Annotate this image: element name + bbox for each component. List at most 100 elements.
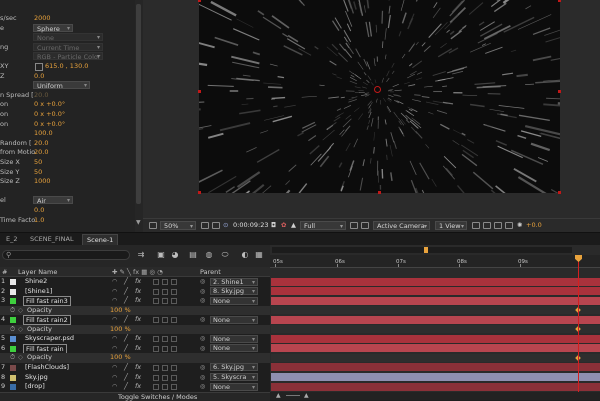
shy-icon[interactable]: ◠ xyxy=(112,315,117,325)
adjustment-switch[interactable] xyxy=(162,279,168,285)
quality-icon[interactable]: ╱ xyxy=(124,277,128,287)
layer-row[interactable]: 1Shine2◠╱fx◎2. Shine1 xyxy=(0,277,270,287)
effect-icon[interactable]: fx xyxy=(135,373,141,383)
effect-property-dropdown[interactable]: Uniform xyxy=(33,81,90,89)
adjustment-switch[interactable] xyxy=(162,317,168,323)
parent-dropdown[interactable]: 6. Sky.jpg xyxy=(210,363,258,371)
quality-icon[interactable]: ╱ xyxy=(124,296,128,306)
effect-property-value[interactable]: 1000 xyxy=(34,176,51,186)
3d-layer-switch[interactable] xyxy=(171,384,177,390)
quality-icon[interactable]: ╱ xyxy=(124,315,128,325)
quality-icon[interactable]: ╱ xyxy=(124,382,128,392)
quality-icon[interactable]: ╱ xyxy=(124,334,128,344)
property-value[interactable]: 100 % xyxy=(110,353,131,363)
adjustment-switch[interactable] xyxy=(162,365,168,371)
effect-property-value[interactable]: 2000 xyxy=(34,13,51,23)
color-icon[interactable]: ▲ xyxy=(291,221,296,230)
layer-name[interactable]: Fill fast rain xyxy=(23,344,67,354)
layer-handle[interactable] xyxy=(198,90,201,93)
label-color-swatch[interactable] xyxy=(10,298,16,304)
property-row[interactable]: ⏱◇Opacity100 % xyxy=(0,306,270,316)
layer-name[interactable]: Fill fast rain2 xyxy=(23,315,71,325)
layer-row[interactable]: 9[drop]◠╱fx◎None xyxy=(0,382,270,392)
property-row[interactable]: ⏱◇Opacity100 % xyxy=(0,353,270,363)
motion-blur-switch[interactable] xyxy=(153,336,159,342)
effect-property-value[interactable]: 615.0 , 130.0 xyxy=(45,61,88,71)
quality-icon[interactable]: ╱ xyxy=(124,344,128,354)
pick-whip-icon[interactable]: ◎ xyxy=(200,296,205,306)
layer-row[interactable]: 4Fill fast rain2◠╱fx◎None xyxy=(0,315,270,325)
anchor-point-icon[interactable] xyxy=(374,86,381,93)
layer-row[interactable]: 3Fill fast rain3◠╱fx◎None xyxy=(0,296,270,306)
adjustment-switch[interactable] xyxy=(162,346,168,352)
composition-canvas[interactable] xyxy=(199,0,560,193)
effect-property-dropdown[interactable]: Air xyxy=(33,196,73,204)
layer-row[interactable]: 7[FlashClouds]◠╱fx◎6. Sky.jpg xyxy=(0,363,270,373)
adjustment-switch[interactable] xyxy=(162,375,168,381)
zoom-in-icon[interactable]: ▲ xyxy=(304,392,309,399)
parent-header[interactable]: Parent xyxy=(200,268,221,276)
label-color-swatch[interactable] xyxy=(10,365,16,371)
layer-duration-bar[interactable] xyxy=(271,383,600,391)
layer-row[interactable]: 2[Shine1]◠╱fx◎8. Sky.jpg xyxy=(0,287,270,297)
shy-icon[interactable]: ◠ xyxy=(112,382,117,392)
auto-keyframe-icon[interactable]: ◐ xyxy=(240,251,250,259)
keyframe-nav-icon[interactable]: ◇ xyxy=(18,353,23,363)
effect-property-value[interactable]: 0 x +0.0° xyxy=(34,109,65,119)
layer-name[interactable]: Fill fast rain3 xyxy=(23,296,71,306)
parent-dropdown[interactable]: 5. Skyscra xyxy=(210,373,258,381)
layer-name[interactable]: [drop] xyxy=(25,382,45,392)
motion-blur-switch[interactable] xyxy=(153,317,159,323)
pick-whip-icon[interactable]: ◎ xyxy=(200,373,205,383)
layer-handle[interactable] xyxy=(558,90,561,93)
effect-icon[interactable]: fx xyxy=(135,287,141,297)
timeline-icon[interactable] xyxy=(494,222,502,229)
layer-handle[interactable] xyxy=(378,191,381,194)
layer-name-header[interactable]: Layer Name xyxy=(18,268,57,276)
tab-scene-final[interactable]: SCENE_FINAL xyxy=(26,234,78,245)
motion-blur-icon[interactable]: ◍ xyxy=(204,251,214,259)
parent-dropdown[interactable]: 8. Sky.jpg xyxy=(210,287,258,295)
quality-icon[interactable]: ╱ xyxy=(124,287,128,297)
layer-handle[interactable] xyxy=(558,191,561,194)
keyframe-nav-icon[interactable]: ◇ xyxy=(18,325,23,335)
current-time-indicator[interactable] xyxy=(578,255,579,400)
property-track[interactable] xyxy=(271,354,600,362)
adjustment-switch[interactable] xyxy=(162,298,168,304)
layer-row[interactable]: 6Fill fast rain◠╱fx◎None xyxy=(0,344,270,354)
shy-icon[interactable]: ◠ xyxy=(112,363,117,373)
layer-handle[interactable] xyxy=(198,191,201,194)
motion-blur-switch[interactable] xyxy=(153,279,159,285)
flowchart-icon[interactable] xyxy=(505,222,513,229)
pick-whip-icon[interactable]: ◎ xyxy=(200,382,205,392)
layer-handle[interactable] xyxy=(198,0,201,2)
stopwatch-icon[interactable]: ⏱ xyxy=(10,325,15,335)
safe-zones-icon[interactable] xyxy=(201,222,209,229)
3d-layer-switch[interactable] xyxy=(171,336,177,342)
effect-property-value[interactable]: 20.0 xyxy=(34,90,48,100)
effect-icon[interactable]: fx xyxy=(135,334,141,344)
brainstorm-icon[interactable]: ⬭ xyxy=(220,251,230,259)
layer-row[interactable]: 5Skyscraper.psd◠╱fx◎None xyxy=(0,334,270,344)
frame-blending-icon[interactable]: ▤ xyxy=(188,251,198,259)
effect-property-dropdown[interactable]: Current Time xyxy=(33,43,103,51)
time-navigator[interactable] xyxy=(272,247,572,253)
effect-property-value[interactable]: 0.0 xyxy=(34,71,44,81)
time-navigator-handle[interactable] xyxy=(424,247,428,253)
quality-icon[interactable]: ╱ xyxy=(124,363,128,373)
layer-name[interactable]: Shine2 xyxy=(25,277,47,287)
shy-icon[interactable]: ◠ xyxy=(112,296,117,306)
motion-blur-switch[interactable] xyxy=(153,384,159,390)
pick-whip-icon[interactable]: ◎ xyxy=(200,287,205,297)
magnification-dropdown[interactable]: 50% xyxy=(160,221,196,230)
layer-duration-bar[interactable] xyxy=(271,297,600,305)
time-ruler[interactable] xyxy=(270,255,600,268)
effect-icon[interactable]: fx xyxy=(135,363,141,373)
motion-blur-switch[interactable] xyxy=(153,298,159,304)
effect-property-value[interactable]: 100.0 xyxy=(34,128,53,138)
label-color-swatch[interactable] xyxy=(10,384,16,390)
3d-layer-switch[interactable] xyxy=(171,346,177,352)
camera-snapshot-icon[interactable]: ◘ xyxy=(271,221,276,230)
layer-name[interactable]: Sky.jpg xyxy=(25,373,48,383)
effect-property-value[interactable]: 20.0 xyxy=(34,138,48,148)
